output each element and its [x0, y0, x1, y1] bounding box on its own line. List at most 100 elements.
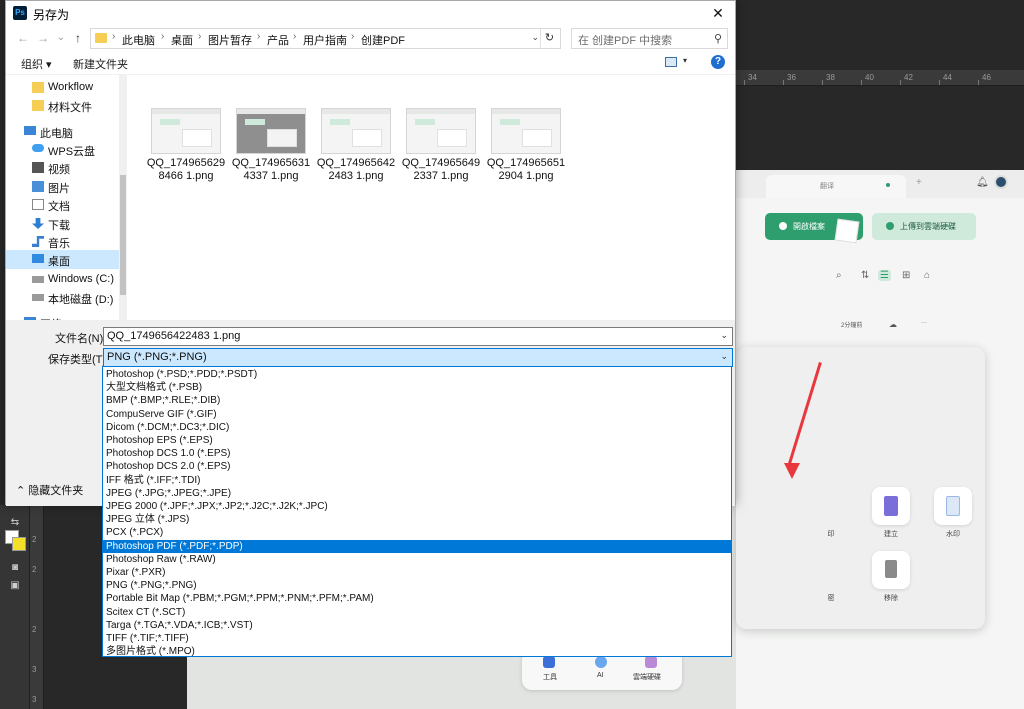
help-icon[interactable]: ?: [711, 55, 725, 69]
sidebar-item[interactable]: 图片: [6, 177, 126, 196]
file-thumbnail: [151, 108, 221, 154]
filename-input[interactable]: QQ_1749656422483 1.png ⌄: [103, 327, 733, 346]
file-item[interactable]: QQ_174965631 4337 1.png: [228, 105, 314, 195]
filetype-option[interactable]: Dicom (*.DCM;*.DC3;*.DIC): [103, 421, 731, 434]
filetype-option[interactable]: Portable Bit Map (*.PBM;*.PGM;*.PPM;*.PN…: [103, 592, 731, 605]
ruler-tick: [822, 80, 823, 85]
filetype-option[interactable]: PNG (*.PNG;*.PNG): [103, 579, 731, 592]
breadcrumb-this-pc[interactable]: 此电脑: [122, 32, 155, 48]
file-item[interactable]: QQ_174965651 2904 1.png: [483, 105, 569, 195]
list-view-icon: ☰: [878, 270, 891, 281]
filetype-option[interactable]: JPEG 2000 (*.JPF;*.JPX;*.JP2;*.J2C;*.J2K…: [103, 500, 731, 513]
bottom-tools-label: 工具: [543, 674, 557, 681]
filetype-option[interactable]: Photoshop (*.PSD;*.PDD;*.PSDT): [103, 368, 731, 381]
filetype-option[interactable]: IFF 格式 (*.IFF;*.TDI): [103, 474, 731, 487]
swap-colors-icon[interactable]: ⇆: [8, 517, 22, 529]
filetype-option[interactable]: PCX (*.PCX): [103, 526, 731, 539]
new-folder-button[interactable]: 新建文件夹: [73, 56, 128, 72]
view-dropdown-icon[interactable]: ▾: [683, 56, 687, 65]
navigation-scrollbar[interactable]: [119, 75, 127, 320]
sidebar-item-label: WPS云盘: [48, 146, 96, 158]
refresh-icon[interactable]: ↻: [540, 29, 558, 48]
ruler-tick-label: 2: [32, 625, 37, 634]
sort-icon: ⇅: [861, 270, 870, 281]
up-arrow-icon[interactable]: ↑: [69, 29, 87, 47]
sidebar-item-label: 文档: [48, 201, 70, 213]
breadcrumb-desktop[interactable]: 桌面: [171, 32, 193, 48]
search-box[interactable]: 在 创建PDF 中搜索 ⚲: [571, 28, 728, 49]
sidebar-item[interactable]: 下载: [6, 214, 126, 233]
file-name-line: QQ_174965631: [231, 157, 311, 169]
sidebar-item[interactable]: 视频: [6, 158, 126, 177]
filetype-option[interactable]: Photoshop Raw (*.RAW): [103, 553, 731, 566]
file-item[interactable]: QQ_174965649 2337 1.png: [398, 105, 484, 195]
filetype-option[interactable]: JPEG (*.JPG;*.JPEG;*.JPE): [103, 487, 731, 500]
screen-mode-icon[interactable]: ▣: [8, 580, 22, 592]
background-color-swatch[interactable]: [12, 537, 26, 551]
filetype-option[interactable]: Photoshop DCS 2.0 (*.EPS): [103, 460, 731, 473]
dialog-titlebar[interactable]: Ps 另存为 ✕: [6, 1, 735, 25]
filetype-option[interactable]: JPEG 立体 (*.JPS): [103, 513, 731, 526]
close-button[interactable]: ✕: [701, 1, 735, 25]
thumbnail-detail: [330, 119, 350, 125]
file-name-line: QQ_174965629: [146, 157, 226, 169]
thumbnail-detail: [352, 129, 382, 147]
sidebar-item[interactable]: WPS云盘: [6, 140, 126, 159]
sidebar-item[interactable]: Workflow: [6, 78, 126, 97]
filetype-option[interactable]: Photoshop DCS 1.0 (*.EPS): [103, 447, 731, 460]
quick-mask-icon[interactable]: ◙: [8, 562, 22, 574]
file-item[interactable]: QQ_174965642 2483 1.png: [313, 105, 399, 195]
filetype-option[interactable]: 多图片格式 (*.MPO): [103, 645, 731, 658]
back-arrow-icon[interactable]: ←: [14, 29, 32, 47]
filetype-option[interactable]: Photoshop PDF (*.PDF;*.PDP): [103, 539, 731, 553]
sidebar-item[interactable]: 此电脑: [6, 122, 126, 141]
app-tab-title: 翻译: [820, 183, 834, 190]
filetype-dropdown-icon[interactable]: ⌄: [720, 351, 728, 362]
scrollbar-thumb[interactable]: [120, 175, 126, 295]
ruler-tick-label: 44: [943, 73, 952, 82]
file-name-line: QQ_174965649: [401, 157, 481, 169]
filetype-label: 保存类型(T):: [48, 354, 110, 366]
filetype-option[interactable]: CompuServe GIF (*.GIF): [103, 408, 731, 421]
filetype-option[interactable]: Pixar (*.PXR): [103, 566, 731, 579]
thumbnail-detail: [152, 109, 220, 114]
filetype-option[interactable]: Scitex CT (*.SCT): [103, 606, 731, 619]
file-thumbnail: [321, 108, 391, 154]
sidebar-item[interactable]: 本地磁盘 (D:): [6, 288, 126, 307]
file-item[interactable]: QQ_174965629 8466 1.png: [143, 105, 229, 195]
sidebar-item-label: 音乐: [48, 238, 70, 250]
filetype-select[interactable]: PNG (*.PNG;*.PNG) ⌄: [103, 348, 733, 367]
tool-label-stamp: 印: [827, 531, 835, 538]
thumbnail-detail: [237, 109, 305, 114]
sidebar-item[interactable]: 桌面: [6, 250, 126, 269]
filetype-option[interactable]: Photoshop EPS (*.EPS): [103, 434, 731, 447]
filename-dropdown-icon[interactable]: ⌄: [720, 330, 728, 341]
plus-circle-icon: [779, 222, 787, 230]
sidebar-item[interactable]: 网络: [6, 313, 126, 320]
create-tool-card: [872, 487, 910, 525]
filetype-option[interactable]: 大型文档格式 (*.PSB): [103, 381, 731, 394]
sidebar-item[interactable]: 文档: [6, 195, 126, 214]
breadcrumb-image-temp[interactable]: 图片暂存: [208, 32, 252, 48]
file-name-line: QQ_174965642: [316, 157, 396, 169]
organize-menu[interactable]: 组织 ▾: [21, 56, 52, 72]
breadcrumb-user-guide[interactable]: 用户指南: [303, 32, 347, 48]
thumbnail-detail: [182, 129, 212, 147]
filetype-option[interactable]: BMP (*.BMP;*.RLE;*.DIB): [103, 394, 731, 407]
breadcrumb-product[interactable]: 产品: [267, 32, 289, 48]
recent-locations-icon[interactable]: ⌄: [52, 29, 70, 47]
sidebar-item-label: 下载: [48, 220, 70, 232]
sidebar-item[interactable]: 音乐: [6, 232, 126, 251]
view-mode-icon[interactable]: [665, 57, 677, 67]
filetype-option[interactable]: TIFF (*.TIF;*.TIFF): [103, 632, 731, 645]
sidebar-item[interactable]: Windows (C:): [6, 270, 126, 289]
hide-folders-toggle[interactable]: ⌃ 隐藏文件夹: [16, 482, 83, 498]
filetype-option[interactable]: Targa (*.TGA;*.VDA;*.ICB;*.VST): [103, 619, 731, 632]
sidebar-item[interactable]: 材料文件: [6, 96, 126, 115]
file-time: 2分鐘前: [841, 323, 863, 329]
command-bar: 组织 ▾ 新建文件夹 ▾ ?: [6, 51, 735, 75]
address-bar[interactable]: › 此电脑 › 桌面 › 图片暂存 › 产品 › 用户指南 › 创建PDF ⌄ …: [90, 28, 561, 49]
forward-arrow-icon[interactable]: →: [34, 29, 52, 47]
address-dropdown-icon[interactable]: ⌄: [531, 32, 539, 43]
breadcrumb-create-pdf[interactable]: 创建PDF: [361, 32, 405, 48]
